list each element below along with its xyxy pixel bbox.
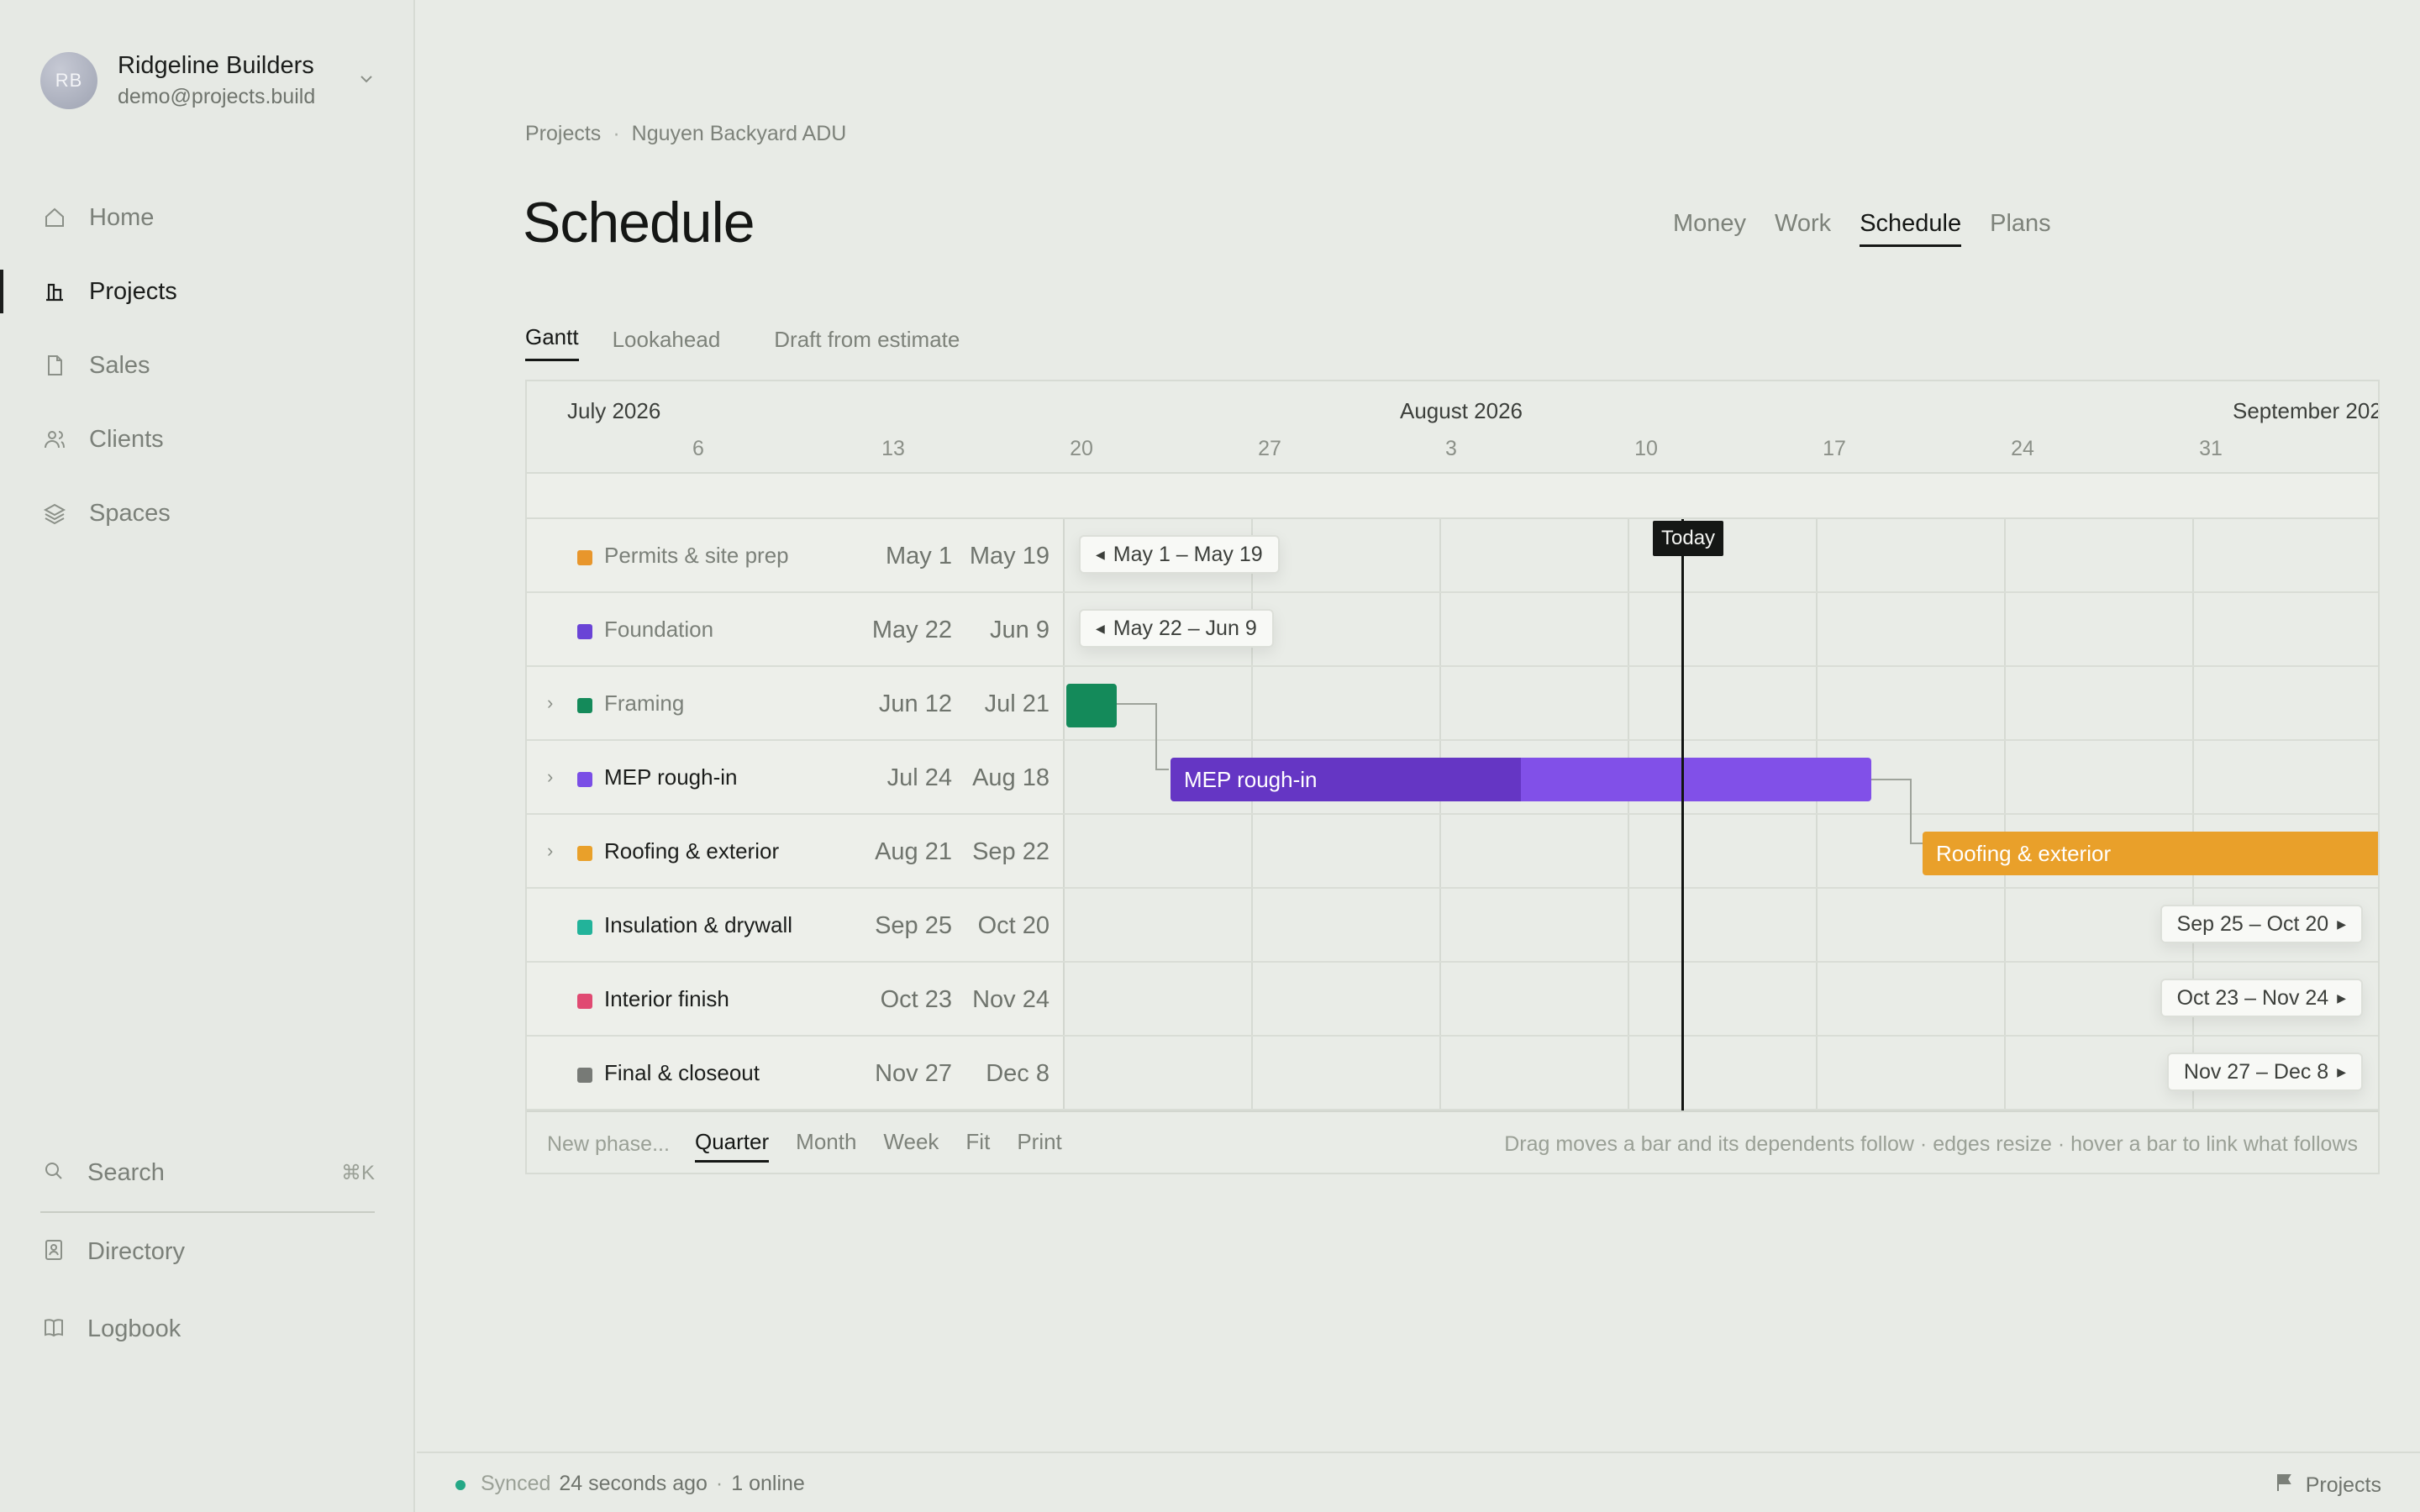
offscreen-bar-pill[interactable]: Oct 23 – Nov 24 ▶ (2160, 979, 2363, 1017)
nav-label: Home (89, 203, 155, 231)
arrow-left-icon: ◀ (1096, 547, 1105, 561)
sidebar: RB Ridgeline Builders demo@projects.buil… (0, 0, 415, 1512)
search-icon (42, 1159, 66, 1187)
zoom-fit-button[interactable]: Fit (965, 1129, 990, 1163)
arrow-right-icon: ▶ (2337, 916, 2346, 931)
project-tabs: Money Work Schedule Plans (1673, 210, 2051, 247)
pill-label: Nov 27 – Dec 8 (2183, 1059, 2329, 1084)
schedule-view-tabs: Gantt Lookahead Draft from estimate (525, 324, 993, 361)
offscreen-bar-pill[interactable]: ◀ May 22 – Jun 9 (1079, 609, 1274, 648)
sync-status-dot (455, 1480, 466, 1490)
nav-item-sales[interactable]: Sales (0, 328, 415, 402)
nav-label: Spaces (89, 499, 171, 527)
breadcrumb: Projects · Nguyen Backyard ADU (525, 122, 846, 146)
nav-label: Directory (87, 1237, 186, 1265)
tab-lookahead[interactable]: Lookahead (613, 327, 721, 361)
status-bar: Synced 24 seconds ago · 1 online Project… (417, 1452, 2420, 1512)
new-phase-input[interactable]: New phase... (547, 1132, 670, 1157)
zoom-week-button[interactable]: Week (883, 1129, 939, 1163)
nav-label: Clients (89, 425, 164, 453)
feedback-button[interactable]: Projects (2274, 1472, 2381, 1499)
main-nav: Home Projects Sales Clients Spaces (0, 181, 415, 550)
arrow-left-icon: ◀ (1096, 621, 1105, 635)
nav-label: Projects (89, 277, 177, 305)
gantt-bar-mep-rough-in[interactable]: MEP rough-in (1171, 758, 1871, 801)
nav-label: Logbook (87, 1315, 182, 1342)
tab-plans[interactable]: Plans (1990, 210, 2051, 247)
zoom-quarter-button[interactable]: Quarter (695, 1129, 770, 1163)
arrow-right-icon: ▶ (2337, 1064, 2346, 1079)
nav-item-clients[interactable]: Clients (0, 402, 415, 476)
home-icon (42, 205, 67, 230)
sync-time: 24 seconds ago (559, 1472, 708, 1495)
offscreen-bar-pill[interactable]: ◀ May 1 – May 19 (1079, 535, 1280, 574)
nav-item-projects[interactable]: Projects (0, 255, 415, 328)
contact-book-icon (42, 1238, 66, 1266)
offscreen-bar-pill[interactable]: Sep 25 – Oct 20 ▶ (2160, 905, 2363, 943)
zoom-month-button[interactable]: Month (796, 1129, 856, 1163)
pill-label: May 22 – Jun 9 (1113, 616, 1257, 640)
gantt-footer: New phase... Quarter Month Week Fit Prin… (527, 1110, 2378, 1173)
draft-from-estimate-button[interactable]: Draft from estimate (774, 327, 960, 361)
search-button[interactable]: Search ⌘K (0, 1134, 415, 1211)
zoom-controls: Quarter Month Week Fit Print (695, 1129, 1062, 1163)
arrow-right-icon: ▶ (2337, 990, 2346, 1005)
nav-item-home[interactable]: Home (0, 181, 415, 255)
sync-prefix: Synced (481, 1472, 551, 1495)
pill-label: Oct 23 – Nov 24 (2176, 985, 2329, 1010)
layers-icon (42, 501, 67, 526)
pill-label: Sep 25 – Oct 20 (2176, 911, 2329, 936)
status-right-label: Projects (2305, 1473, 2381, 1497)
projects-icon (42, 279, 67, 304)
bar-label: MEP rough-in (1184, 766, 1318, 792)
search-label: Search (87, 1158, 165, 1186)
nav-item-directory[interactable]: Directory (0, 1213, 415, 1290)
page-title: Schedule (523, 191, 755, 255)
print-button[interactable]: Print (1017, 1129, 1061, 1163)
search-shortcut: ⌘K (340, 1161, 375, 1184)
avatar: RB (40, 52, 97, 109)
bottom-nav: Search ⌘K Directory Logbook (0, 1134, 415, 1368)
chevron-down-icon[interactable] (356, 69, 376, 89)
account-name: Ridgeline Builders (118, 52, 314, 79)
sync-status: Synced 24 seconds ago · 1 online (481, 1472, 805, 1496)
nav-item-logbook[interactable]: Logbook (0, 1290, 415, 1368)
document-icon (42, 353, 67, 378)
gantt-chart: July 2026 August 2026 September 2026 6 1… (525, 380, 2380, 1174)
tab-schedule[interactable]: Schedule (1860, 210, 1962, 247)
status-separator: · (715, 1472, 723, 1495)
flag-icon (2274, 1472, 2296, 1499)
breadcrumb-current[interactable]: Nguyen Backyard ADU (632, 122, 847, 146)
account-switcher[interactable]: RB Ridgeline Builders demo@projects.buil… (40, 52, 376, 109)
nav-label: Sales (89, 351, 150, 379)
people-icon (42, 427, 67, 452)
gantt-bar-framing[interactable] (1066, 684, 1117, 727)
breadcrumb-projects[interactable]: Projects (525, 122, 601, 146)
online-count: 1 online (731, 1472, 805, 1495)
today-line (1681, 519, 1684, 1110)
book-icon (42, 1315, 66, 1343)
bar-label: Roofing & exterior (1936, 840, 2112, 866)
gantt-hint: Drag moves a bar and its dependents foll… (1504, 1132, 2358, 1156)
today-badge: Today (1653, 521, 1724, 556)
pill-label: May 1 – May 19 (1113, 542, 1263, 566)
tab-money[interactable]: Money (1673, 210, 1746, 247)
tab-gantt[interactable]: Gantt (525, 324, 579, 361)
gantt-bar-roofing[interactable]: Roofing & exterior (1923, 832, 2378, 875)
nav-item-spaces[interactable]: Spaces (0, 476, 415, 550)
tab-work[interactable]: Work (1775, 210, 1831, 247)
breadcrumb-separator: · (613, 122, 620, 145)
offscreen-bar-pill[interactable]: Nov 27 – Dec 8 ▶ (2166, 1053, 2363, 1091)
account-email: demo@projects.build (118, 85, 316, 108)
